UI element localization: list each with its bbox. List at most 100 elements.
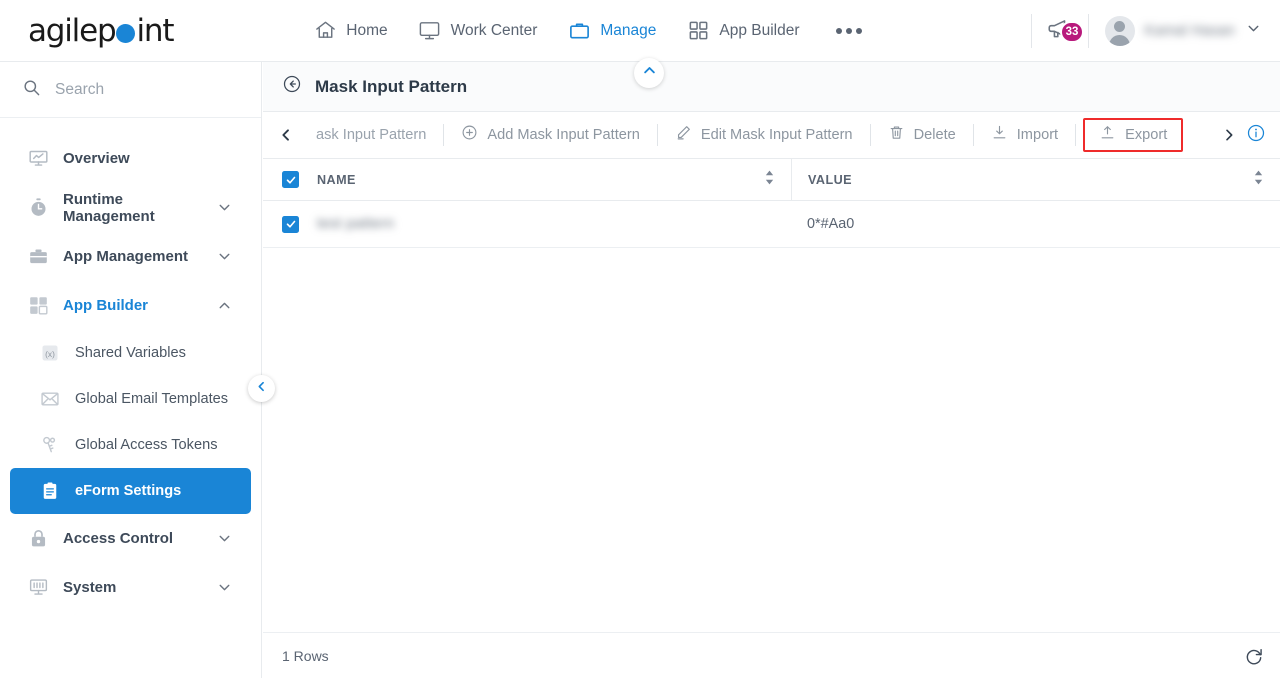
plus-circle-icon (461, 124, 478, 146)
sidebar-nav-list: Overview Runtime Management App Manageme… (0, 118, 261, 612)
toolbar-label-mask-input-pattern: ask Input Pattern (316, 127, 427, 143)
monitor-icon (418, 19, 442, 43)
variable-icon: (x) (40, 343, 70, 363)
announcements-badge: 33 (1059, 21, 1085, 43)
nav-item-app-builder[interactable]: App Builder (686, 19, 800, 43)
envelope-icon (40, 389, 70, 409)
row-checkbox[interactable] (282, 215, 299, 233)
presentation-icon (28, 148, 58, 169)
chevron-down-icon[interactable] (216, 530, 233, 547)
logo-dot-icon (116, 24, 136, 43)
nav-item-work-center[interactable]: Work Center (418, 19, 537, 43)
toolbar-item-edit[interactable]: Edit Mask Input Pattern (658, 112, 870, 159)
table-row[interactable]: test pattern 0*#Aa0 (263, 201, 1280, 248)
nav-label-manage: Manage (600, 21, 657, 39)
user-name: Kamal Hasan (1144, 23, 1235, 39)
agilepoint-logo[interactable]: agilep int (28, 12, 174, 49)
chevron-up-icon[interactable] (216, 297, 233, 314)
select-all-checkbox[interactable] (282, 171, 299, 188)
home-icon (313, 19, 337, 43)
grid-icon (686, 19, 710, 43)
keys-icon (40, 435, 70, 455)
dot-2 (845, 27, 852, 34)
sidebar-label-app-management: App Management (63, 248, 189, 265)
svg-text:(x): (x) (45, 349, 55, 359)
logo-suffix: int (136, 12, 174, 49)
sidebar-item-access-control[interactable]: Access Control (10, 514, 251, 563)
sidebar-label-global-email-templates: Global Email Templates (75, 391, 229, 407)
toolbar-label-delete: Delete (913, 127, 956, 143)
toolbar-item-add[interactable]: Add Mask Input Pattern (444, 112, 657, 159)
search-icon (22, 78, 41, 102)
table-header-name: NAME (263, 159, 791, 201)
sidebar-label-app-builder: App Builder (63, 297, 148, 314)
header-collapse-button[interactable] (634, 58, 664, 88)
avatar-head (1114, 21, 1126, 32)
table-header: NAME VALUE (263, 158, 1280, 201)
column-label-name: NAME (317, 172, 356, 187)
grid-icon (28, 295, 58, 316)
sort-toggle-value[interactable] (1253, 170, 1264, 190)
clipboard-icon (40, 481, 70, 501)
toolbar-item-mask-input-pattern[interactable]: ask Input Pattern (299, 112, 443, 159)
sidebar-item-global-access-tokens[interactable]: Global Access Tokens (10, 422, 251, 468)
sidebar-collapse-button[interactable] (248, 375, 275, 402)
lock-icon (28, 528, 58, 549)
row-name-value: test pattern (317, 216, 395, 232)
more-nav-icon[interactable] (835, 27, 862, 34)
sidebar-item-overview[interactable]: Overview (10, 134, 251, 183)
dot-3 (855, 27, 862, 34)
chevron-down-icon (1245, 20, 1262, 42)
sidebar-item-shared-variables[interactable]: (x) Shared Variables (10, 330, 251, 376)
toolbar-item-export[interactable]: Export (1083, 118, 1184, 152)
sidebar-item-app-builder[interactable]: App Builder (10, 281, 251, 330)
sidebar: Search Overview Runtime Management App M… (0, 62, 262, 678)
sort-toggle-name[interactable] (764, 170, 775, 190)
toolbar-divider-5 (1075, 124, 1077, 146)
cell-value: 0*#Aa0 (791, 201, 1280, 248)
dot-1 (835, 27, 842, 34)
toolbar-label-edit: Edit Mask Input Pattern (700, 127, 853, 143)
sidebar-item-global-email-templates[interactable]: Global Email Templates (10, 376, 251, 422)
toolbar-item-delete[interactable]: Delete (871, 112, 973, 159)
info-icon[interactable] (1246, 123, 1266, 148)
nav-item-manage[interactable]: Manage (567, 19, 656, 43)
chevron-down-icon[interactable] (216, 579, 233, 596)
sidebar-label-shared-variables: Shared Variables (75, 345, 186, 361)
back-circle-icon[interactable] (282, 74, 302, 99)
chevron-down-icon[interactable] (216, 248, 233, 265)
nav-label-app-builder: App Builder (719, 21, 800, 39)
sidebar-item-app-management[interactable]: App Management (10, 232, 251, 281)
table-footer: 1 Rows (263, 632, 1280, 678)
page-title: Mask Input Pattern (315, 76, 468, 96)
toolbar-right-group (1216, 123, 1280, 148)
search-input[interactable]: Search (0, 62, 261, 118)
column-label-value: VALUE (808, 172, 852, 187)
top-header: agilep int Home Work Center Manage App B… (0, 0, 1280, 62)
main-nav: Home Work Center Manage App Builder (313, 19, 862, 43)
logo-text: agilep int (28, 12, 174, 49)
trash-icon (888, 124, 905, 146)
briefcase-icon (567, 19, 591, 43)
sidebar-label-access-control: Access Control (63, 530, 174, 547)
toolbar-item-import[interactable]: Import (974, 112, 1075, 159)
announcements-button[interactable]: 33 (1032, 15, 1088, 47)
chevron-down-icon[interactable] (216, 199, 233, 216)
refresh-icon[interactable] (1244, 646, 1264, 666)
table-body: test pattern 0*#Aa0 (263, 201, 1280, 595)
avatar-icon (1104, 16, 1135, 46)
logo-prefix: agilep (28, 12, 117, 49)
toolbar-scroll-left-button[interactable] (273, 127, 299, 143)
stopwatch-icon (28, 197, 58, 218)
toolbar-scroll-right-button[interactable] (1216, 127, 1242, 143)
sidebar-item-runtime-management[interactable]: Runtime Management (10, 183, 251, 232)
nav-item-home[interactable]: Home (313, 19, 388, 43)
app-root: agilep int Home Work Center Manage App B… (0, 0, 1280, 678)
sidebar-label-overview: Overview (63, 150, 130, 167)
user-menu[interactable]: Kamal Hasan (1089, 16, 1280, 46)
header-right-group: 33 Kamal Hasan (1030, 0, 1280, 62)
toolbar: ask Input Pattern Add Mask Input Pattern… (263, 112, 1280, 159)
sidebar-item-system[interactable]: System (10, 563, 251, 612)
table-header-value: VALUE (791, 158, 1280, 201)
sidebar-item-eform-settings[interactable]: eForm Settings (10, 468, 251, 514)
